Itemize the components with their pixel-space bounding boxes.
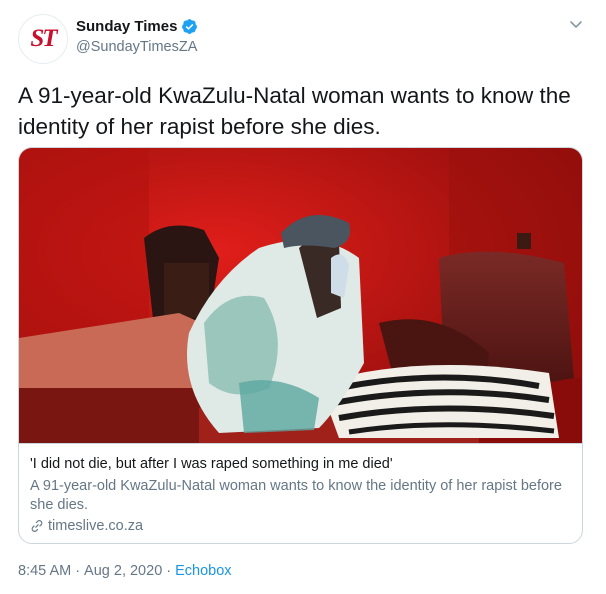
tweet: ST Sunday Times @SundayTimesZA A 91-year… xyxy=(0,0,606,594)
meta-separator: · xyxy=(75,563,81,579)
card-title[interactable]: 'I did not die, but after I was raped so… xyxy=(30,456,393,472)
avatar[interactable]: ST xyxy=(18,14,68,64)
tweet-source-link[interactable]: Echobox xyxy=(175,563,231,579)
link-card[interactable]: 'I did not die, but after I was raped so… xyxy=(18,147,583,544)
verified-badge-icon xyxy=(182,19,198,34)
card-domain[interactable]: timeslive.co.za xyxy=(48,518,143,534)
tweet-date[interactable]: Aug 2, 2020 xyxy=(84,563,162,579)
card-body[interactable]: 'I did not die, but after I was raped so… xyxy=(19,443,582,543)
author-handle[interactable]: @SundayTimesZA xyxy=(76,39,197,55)
tweet-text: A 91-year-old KwaZulu-Natal woman wants … xyxy=(18,83,571,139)
card-image[interactable] xyxy=(19,148,583,443)
tweet-meta: 8:45 AM · Aug 2, 2020 · Echobox xyxy=(18,563,232,579)
avatar-logo: ST xyxy=(30,25,57,52)
tweet-time[interactable]: 8:45 AM xyxy=(18,563,71,579)
author-display-name[interactable]: Sunday Times xyxy=(76,18,177,35)
author-name-row: Sunday Times xyxy=(76,18,198,35)
chevron-down-icon[interactable] xyxy=(568,16,584,32)
link-icon xyxy=(31,520,43,532)
card-description[interactable]: A 91-year-old KwaZulu-Natal woman wants … xyxy=(30,477,570,515)
meta-separator: · xyxy=(166,563,172,579)
card-domain-row[interactable]: timeslive.co.za xyxy=(30,518,143,534)
